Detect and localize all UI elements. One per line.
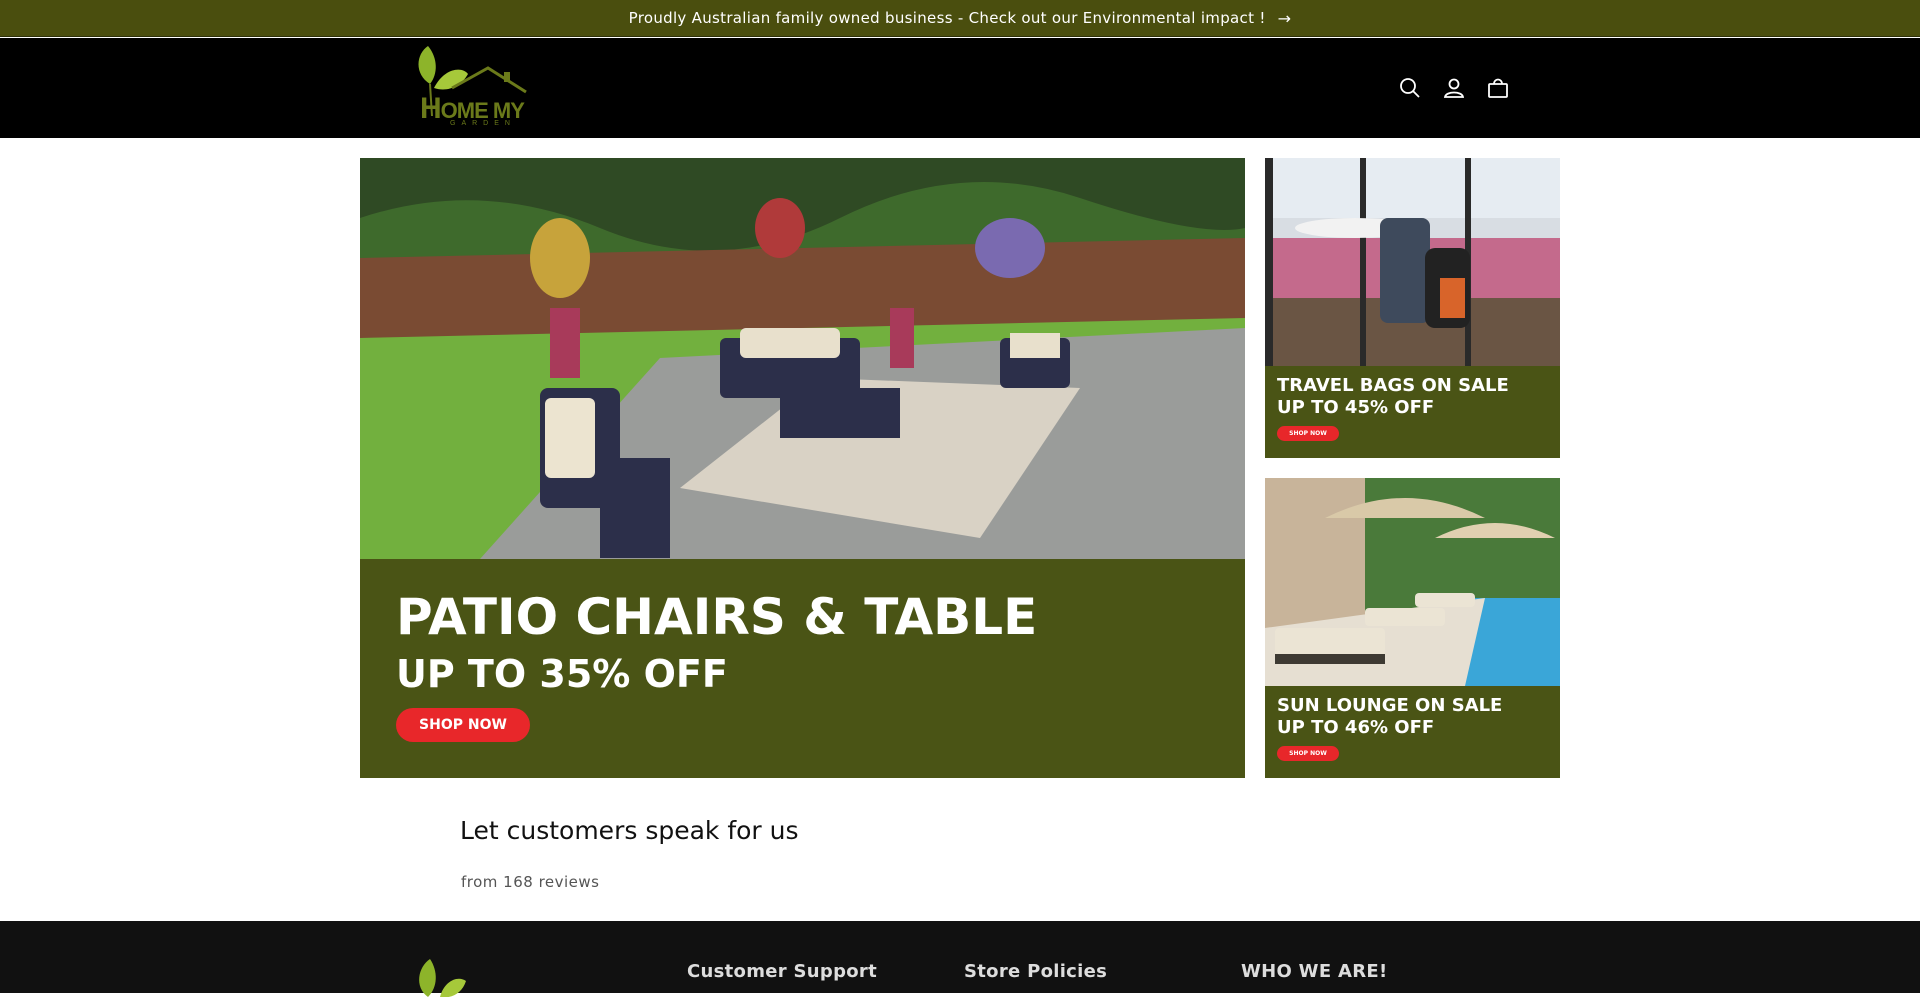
cart-icon[interactable] [1486,74,1510,102]
patio-photo [360,158,1245,559]
hero-subtitle: UP TO 35% OFF [396,652,728,696]
site-logo[interactable]: HOME MY GARDEN [408,44,534,132]
travel-bags-photo [1265,158,1560,366]
hero-banner-patio[interactable]: PATIO CHAIRS & TABLE UP TO 35% OFF SHOP … [360,158,1245,778]
footer-logo-icon[interactable] [410,957,480,997]
side-banner-subtitle: UP TO 45% OFF [1277,397,1435,418]
reviews-count: from 168 reviews [461,873,600,891]
header-icons [1398,74,1510,102]
footer-heading-store-policies[interactable]: Store Policies [964,961,1107,982]
side-shop-now-button[interactable]: SHOP NOW [1277,426,1339,441]
logo-subtext: GARDEN [450,120,516,127]
site-footer: Customer Support Store Policies WHO WE A… [0,921,1920,997]
announcement-bar[interactable]: Proudly Australian family owned business… [0,0,1920,37]
announcement-text[interactable]: Proudly Australian family owned business… [629,9,1266,27]
side-banner-title: SUN LOUNGE ON SALE [1277,695,1503,716]
search-icon[interactable] [1398,74,1422,102]
account-icon[interactable] [1442,74,1466,102]
hero-shop-now-button[interactable]: SHOP NOW [396,708,530,742]
sun-lounge-photo [1265,478,1560,686]
side-banner-travel-bags[interactable]: TRAVEL BAGS ON SALE UP TO 45% OFF SHOP N… [1265,158,1560,458]
arrow-right-icon[interactable]: → [1278,9,1292,28]
hero-title: PATIO CHAIRS & TABLE [396,588,1038,646]
side-shop-now-button[interactable]: SHOP NOW [1277,746,1339,761]
reviews-heading: Let customers speak for us [460,816,799,845]
footer-heading-customer-support[interactable]: Customer Support [687,961,877,982]
site-header: HOME MY GARDEN [0,38,1920,138]
side-banner-subtitle: UP TO 46% OFF [1277,717,1435,738]
footer-heading-who-we-are[interactable]: WHO WE ARE! [1241,961,1388,982]
side-banner-title: TRAVEL BAGS ON SALE [1277,375,1509,396]
side-banner-sun-lounge[interactable]: SUN LOUNGE ON SALE UP TO 46% OFF SHOP NO… [1265,478,1560,778]
